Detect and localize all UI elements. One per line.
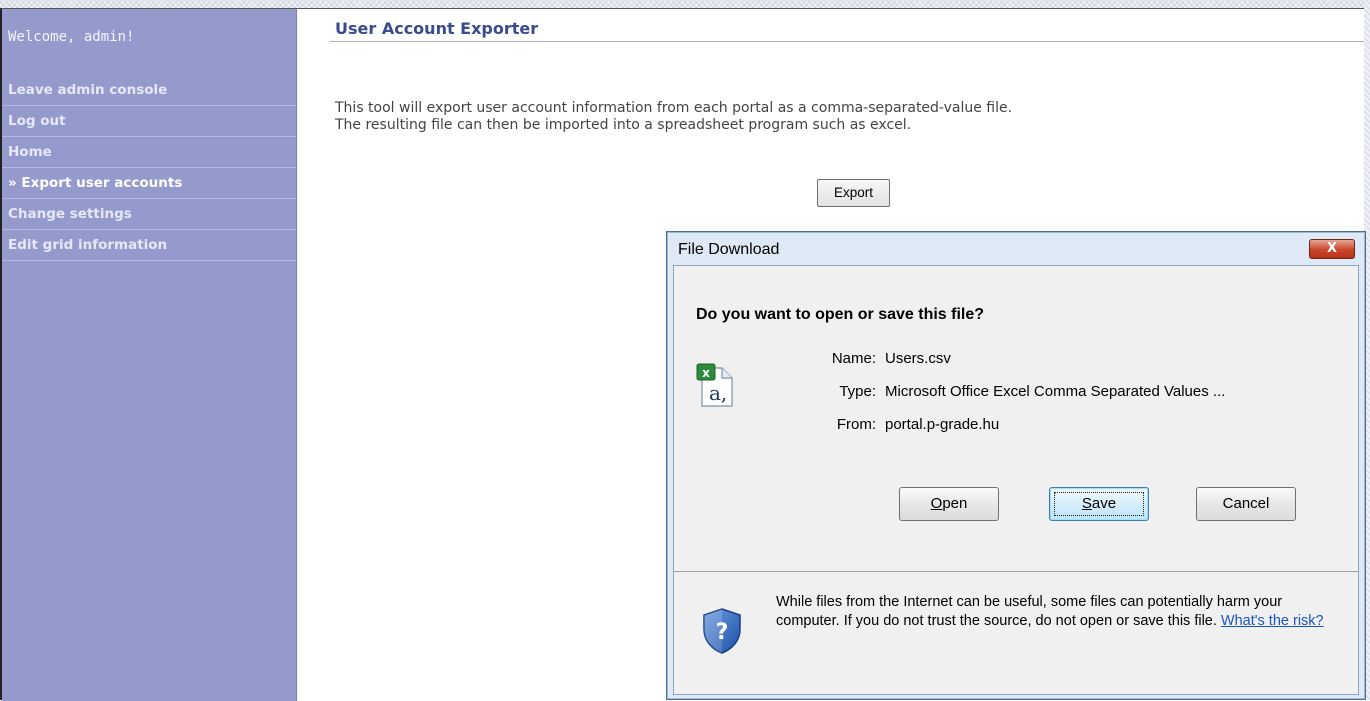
description-text: This tool will export user account infor… — [335, 100, 1355, 134]
excel-csv-file-icon: x a, — [696, 363, 733, 407]
warning-message: While files from the Internet can be use… — [776, 593, 1346, 631]
welcome-message: Welcome, admin! — [8, 29, 135, 45]
dialog-title: File Download — [678, 241, 780, 258]
export-button[interactable]: Export — [817, 179, 890, 207]
sidebar-item-edit-grid-information[interactable]: Edit grid information — [2, 230, 296, 261]
description-line-2: The resulting file can then be imported … — [335, 117, 912, 133]
file-download-dialog: File Download X Do you want to open or s… — [666, 231, 1366, 700]
whats-the-risk-link[interactable]: What's the risk? — [1221, 613, 1324, 629]
save-button[interactable]: Save — [1049, 487, 1149, 521]
sidebar-item-change-settings[interactable]: Change settings — [2, 199, 296, 230]
sidebar-item-log-out[interactable]: Log out — [2, 106, 296, 137]
open-hotkey: O — [930, 495, 943, 512]
from-value: portal.p-grade.hu — [885, 416, 1000, 433]
cancel-button[interactable]: Cancel — [1196, 487, 1296, 521]
dialog-question: Do you want to open or save this file? — [696, 306, 985, 323]
type-label: Type: — [839, 383, 876, 400]
svg-text:x: x — [702, 366, 710, 380]
sidebar-item-export-user-accounts[interactable]: » Export user accounts — [2, 168, 296, 199]
warning-text: While files from the Internet can be use… — [776, 594, 1283, 629]
dialog-close-button[interactable]: X — [1309, 239, 1355, 259]
dialog-titlebar[interactable]: File Download X — [667, 232, 1365, 265]
title-divider — [330, 41, 1364, 42]
type-value: Microsoft Office Excel Comma Separated V… — [885, 383, 1226, 400]
sidebar-item-leave-admin-console[interactable]: Leave admin console — [2, 75, 296, 106]
page-title: User Account Exporter — [335, 19, 539, 38]
from-label: From: — [836, 416, 876, 433]
focus-ring — [1054, 492, 1144, 516]
open-button[interactable]: Open — [899, 487, 999, 521]
warning-panel: ? While files from the Internet can be u… — [674, 572, 1358, 694]
page-frame-top — [0, 0, 1370, 8]
sidebar-item-home[interactable]: Home — [2, 137, 296, 168]
close-icon: X — [1326, 241, 1338, 256]
sidebar-menu: Leave admin console Log out Home » Expor… — [2, 75, 296, 261]
open-label: pen — [942, 495, 968, 512]
admin-page: Welcome, admin! Leave admin console Log … — [0, 8, 1366, 701]
name-value: Users.csv — [885, 350, 951, 367]
svg-text:?: ? — [716, 620, 729, 645]
sidebar: Welcome, admin! Leave admin console Log … — [2, 9, 297, 701]
dialog-body: Do you want to open or save this file? x… — [673, 265, 1359, 695]
svg-text:a,: a, — [709, 381, 727, 405]
name-label: Name: — [831, 350, 876, 367]
security-shield-question-icon: ? — [703, 608, 741, 654]
description-line-1: This tool will export user account infor… — [335, 100, 1013, 116]
